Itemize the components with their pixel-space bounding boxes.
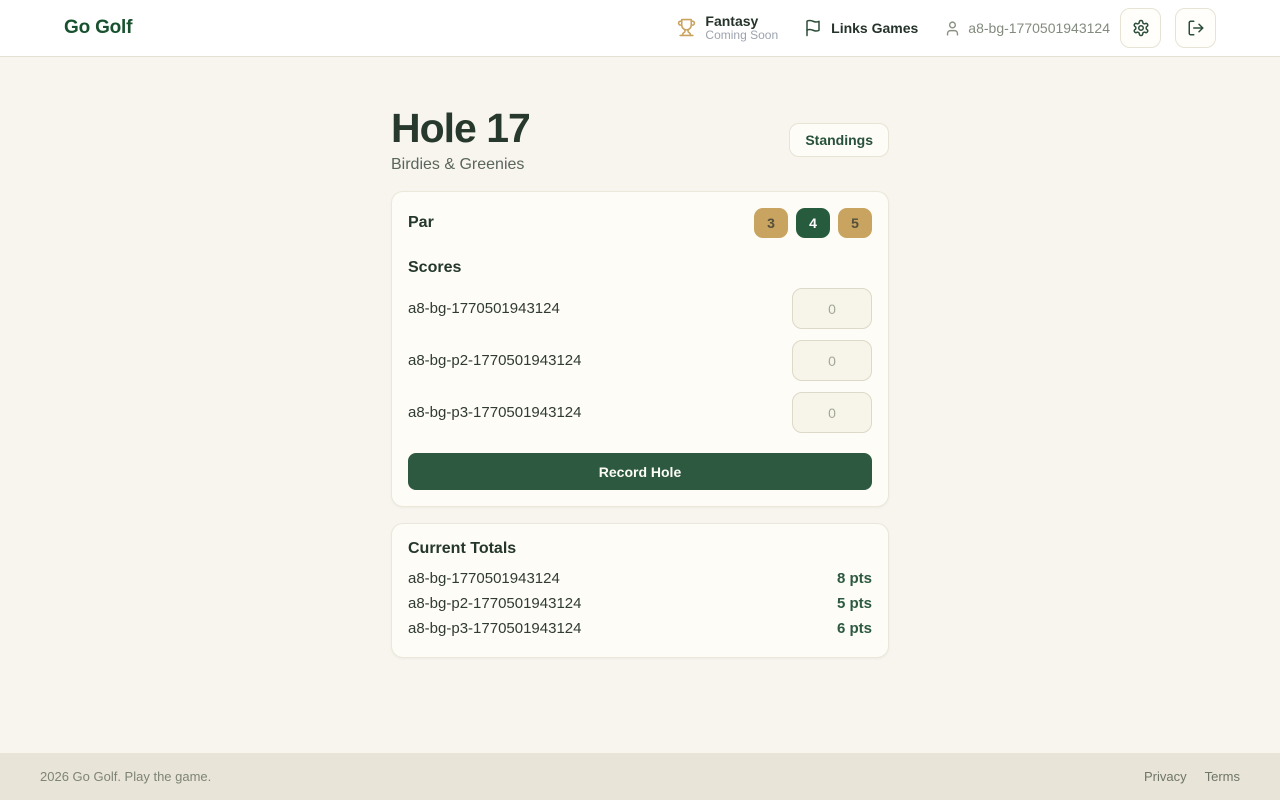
total-row: a8-bg-p3-1770501943124 6 pts — [408, 616, 872, 641]
footer-links: Privacy Terms — [1144, 769, 1240, 784]
settings-button[interactable] — [1120, 8, 1161, 48]
par-option-5[interactable]: 5 — [838, 208, 872, 238]
scores-label: Scores — [408, 259, 872, 277]
copyright-text: 2026 Go Golf. Play the game. — [40, 769, 211, 784]
user-id-label: a8-bg-1770501943124 — [968, 20, 1110, 36]
standings-button[interactable]: Standings — [789, 123, 889, 157]
top-navigation: Fantasy Coming Soon Links Games a8-bg-17… — [677, 8, 1216, 48]
privacy-link[interactable]: Privacy — [1144, 769, 1187, 784]
player-score-row: a8-bg-p2-1770501943124 — [408, 340, 872, 381]
links-games-label: Links Games — [831, 20, 918, 36]
total-row: a8-bg-p2-1770501943124 5 pts — [408, 591, 872, 616]
current-totals-card: Current Totals a8-bg-1770501943124 8 pts… — [391, 523, 889, 658]
par-label: Par — [408, 214, 434, 232]
player-score-row: a8-bg-p3-1770501943124 — [408, 392, 872, 433]
total-points: 6 pts — [837, 620, 872, 637]
terms-link[interactable]: Terms — [1205, 769, 1240, 784]
nav-item-fantasy[interactable]: Fantasy Coming Soon — [677, 13, 778, 43]
total-player-name: a8-bg-p2-1770501943124 — [408, 595, 582, 612]
par-option-4[interactable]: 4 — [796, 208, 830, 238]
total-player-name: a8-bg-p3-1770501943124 — [408, 620, 582, 637]
player-name: a8-bg-1770501943124 — [408, 300, 560, 317]
header-actions — [1132, 8, 1216, 48]
total-row: a8-bg-1770501943124 8 pts — [408, 566, 872, 591]
par-row: Par 3 4 5 — [408, 208, 872, 238]
fantasy-label: Fantasy — [705, 13, 778, 29]
player-score-row: a8-bg-1770501943124 — [408, 288, 872, 329]
flag-icon — [804, 19, 822, 37]
logout-icon — [1187, 19, 1205, 37]
gear-icon — [1132, 19, 1150, 37]
brand-logo[interactable]: Go Golf — [64, 17, 132, 39]
page-footer: 2026 Go Golf. Play the game. Privacy Ter… — [0, 753, 1280, 800]
player-name: a8-bg-p3-1770501943124 — [408, 404, 582, 421]
user-chip: a8-bg-1770501943124 — [944, 20, 1110, 37]
score-entry-card: Par 3 4 5 Scores a8-bg-1770501943124 a8-… — [391, 191, 889, 507]
trophy-icon — [677, 18, 696, 37]
total-points: 5 pts — [837, 595, 872, 612]
par-option-3[interactable]: 3 — [754, 208, 788, 238]
totals-title: Current Totals — [408, 540, 872, 558]
par-options: 3 4 5 — [754, 208, 872, 238]
user-icon — [944, 20, 961, 37]
total-player-name: a8-bg-1770501943124 — [408, 570, 560, 587]
page-subtitle: Birdies & Greenies — [391, 156, 530, 174]
page-title: Hole 17 — [391, 105, 530, 152]
fantasy-sublabel: Coming Soon — [705, 29, 778, 43]
record-hole-button[interactable]: Record Hole — [408, 453, 872, 490]
score-input-player-3[interactable] — [792, 392, 872, 433]
logout-button[interactable] — [1175, 8, 1216, 48]
title-row: Hole 17 Birdies & Greenies Standings — [391, 105, 889, 174]
total-points: 8 pts — [837, 570, 872, 587]
score-input-player-1[interactable] — [792, 288, 872, 329]
top-bar: Go Golf Fantasy Coming Soon — [0, 0, 1280, 57]
score-input-player-2[interactable] — [792, 340, 872, 381]
nav-item-links-games[interactable]: Links Games — [804, 19, 918, 37]
player-name: a8-bg-p2-1770501943124 — [408, 352, 582, 369]
main-area: Hole 17 Birdies & Greenies Standings Par… — [0, 57, 1280, 753]
